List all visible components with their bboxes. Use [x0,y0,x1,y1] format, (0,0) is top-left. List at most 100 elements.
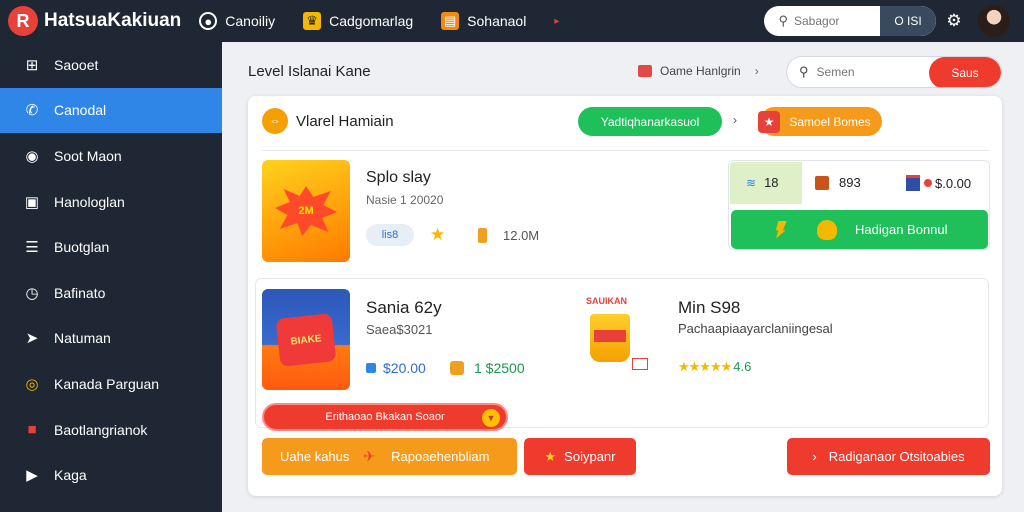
rating-stars-icon: ★★★★★ [678,359,732,374]
sidebar-item-7[interactable]: ➤ Natuman [0,316,222,362]
action-button-1-right: Rapoaehenbliam [391,449,490,464]
target-icon: ◎ [25,375,39,393]
main-search-button-label: Saus [951,66,979,80]
sidebar-item-3[interactable]: ◉ Soot Maon [0,133,222,179]
topnav-label: Cadgomarlag [329,13,414,29]
page-title: Level Islanai Kane [248,63,371,80]
game3-title[interactable]: Min S98 [678,298,740,318]
game2-title[interactable]: Sania 62y [366,298,442,318]
topnav-item-3[interactable]: ▤ Sohanaol [441,12,526,30]
sidebar-item-8[interactable]: ◎ Kanada Parguan [0,361,222,407]
sidebar-item-5[interactable]: ☰ Buotglan [0,224,222,270]
game2-thumbnail[interactable]: BIAKE [262,289,350,390]
caret-icon: ▸ [554,15,560,27]
game1-tag: lis8 [366,224,414,246]
plane-icon: ✈ [363,448,376,464]
game2-price-2: 1 $2500 [450,360,525,376]
chevron-down-icon: ▼ [482,409,500,427]
action-button-1[interactable]: Uahe kahus ✈ Rapoaehenbliam [262,438,517,475]
action-button-2-label: Soiypanr [564,449,616,464]
sidebar-item-label: Buotglan [54,239,110,256]
sidebar-item-label: Baotlangrianok [54,421,148,438]
divider [262,150,990,151]
dot-icon [924,179,932,187]
breadcrumb-label: Oame Hanlgrin [660,64,741,78]
app-logo[interactable]: R HatsuaKakiuan [8,6,181,36]
breadcrumb[interactable]: Oame Hanlgrin › [638,64,759,78]
action-button-3[interactable]: › Radiganaor Otsitoabies [787,438,990,475]
bonus-button[interactable]: Hadigan Bonnul [731,210,988,249]
game3-art-label: SAUIKAN [586,296,628,306]
chest-icon [815,175,829,190]
orange-pill-button[interactable]: ★ Samoel Bomes [758,107,882,136]
sidebar: ⊞ Saooet ✆ Canodal ◉ Soot Maon ▣ Hanologlan … [0,42,222,512]
trophy-icon: ♛ [303,12,322,30]
cup-stripe [594,330,626,342]
game1-subtitle: Nasie 1 20020 [366,193,444,207]
sidebar-item-10[interactable]: ▶ Kaga [0,452,222,498]
loading-ring-icon: ● [199,12,218,30]
stat-1-value: 18 [764,175,779,190]
action-button-3-label: Radiganaor Otsitoabies [828,449,965,464]
green-pill-button[interactable]: Yadtiqhanarkasuol [578,107,722,136]
topnav-item-1[interactable]: ● Canoiliy [199,12,275,30]
download-icon [478,228,487,243]
game2-price-2-value: 1 $2500 [474,360,525,376]
sidebar-item-label: Hanologlan [54,193,125,210]
sidebar-item-label: Saooet [54,56,99,73]
avatar[interactable] [978,5,1010,37]
main-search-button[interactable]: Saus [929,57,1001,87]
topnav-label: Sohanaol [467,13,527,29]
sidebar-item-6[interactable]: ◷ Bafinato [0,270,222,316]
dropdown-pill[interactable]: Erithaoao Bkakan Soaor ▼ [262,403,508,431]
sidebar-item-label: Soot Maon [54,147,122,164]
pin-icon: ➤ [25,330,39,348]
sidebar-item-label: Kaga [54,467,87,484]
bolt-icon [775,220,787,239]
sidebar-item-4[interactable]: ▣ Hanologlan [0,179,222,225]
ticket-icon [632,358,648,370]
action-button-1-left: Uahe kahus [280,449,350,464]
game3-thumbnail[interactable]: SAUIKAN [578,294,650,378]
list-icon: ☰ [25,239,39,257]
book-icon [906,175,920,191]
star-icon: ★ [544,448,557,464]
grid-icon: ⊞ [25,56,39,74]
sidebar-item-9[interactable]: ■ Baotlangrianok [0,407,222,453]
game3-subtitle: Pachaapiaayarclaniingesal [678,321,833,336]
topnav-item-2[interactable]: ♛ Cadgomarlag [303,12,413,30]
gift-icon: ■ [27,421,37,439]
search-icon: ⚲ [778,13,788,28]
coin-icon [450,361,464,375]
gear-icon[interactable]: ⚙ [944,11,964,31]
chevron-right-icon: › [812,449,817,464]
action-button-2[interactable]: ★ Soiypanr [524,438,636,475]
stat-1: ≋ 18 [746,175,779,190]
sidebar-item-2[interactable]: ✆ Canodal [0,87,222,134]
bag-icon [638,65,652,77]
topnav-more[interactable]: ▸ [554,16,559,27]
game1-art-text: 2M [275,186,337,236]
stat-3: $.0.00 [906,175,971,191]
sidebar-item-label: Kanada Parguan [54,375,160,392]
stat-3-value: $.0.00 [935,175,972,191]
breadcrumb-separator: › [754,64,759,78]
sidebar-item-1[interactable]: ⊞ Saooet [0,42,222,88]
folder-icon: ▤ [441,12,460,30]
game1-thumbnail[interactable]: 2M [262,160,350,262]
section-title: Vlarel Hamiain [296,113,394,130]
header-separator: › [733,113,737,127]
gift-icon: ★ [758,111,780,133]
image-icon: ▣ [24,193,40,211]
app-name: HatsuaKakiuan [44,10,182,31]
game1-title[interactable]: Splo slay [366,169,431,187]
sidebar-item-label: Canodal [54,102,107,119]
game2-art-text: BIAKE [275,312,337,367]
gamepad-icon: ◉ [25,147,39,165]
top-search-input[interactable] [794,14,884,28]
phone-icon: ✆ [25,102,39,120]
game2-subtitle: Saea$3021 [366,322,433,337]
main-search-input[interactable] [816,65,907,79]
dropdown-pill-label: Erithaoao Bkakan Soaor [325,411,445,423]
top-search-button[interactable]: O ISI [880,6,936,36]
